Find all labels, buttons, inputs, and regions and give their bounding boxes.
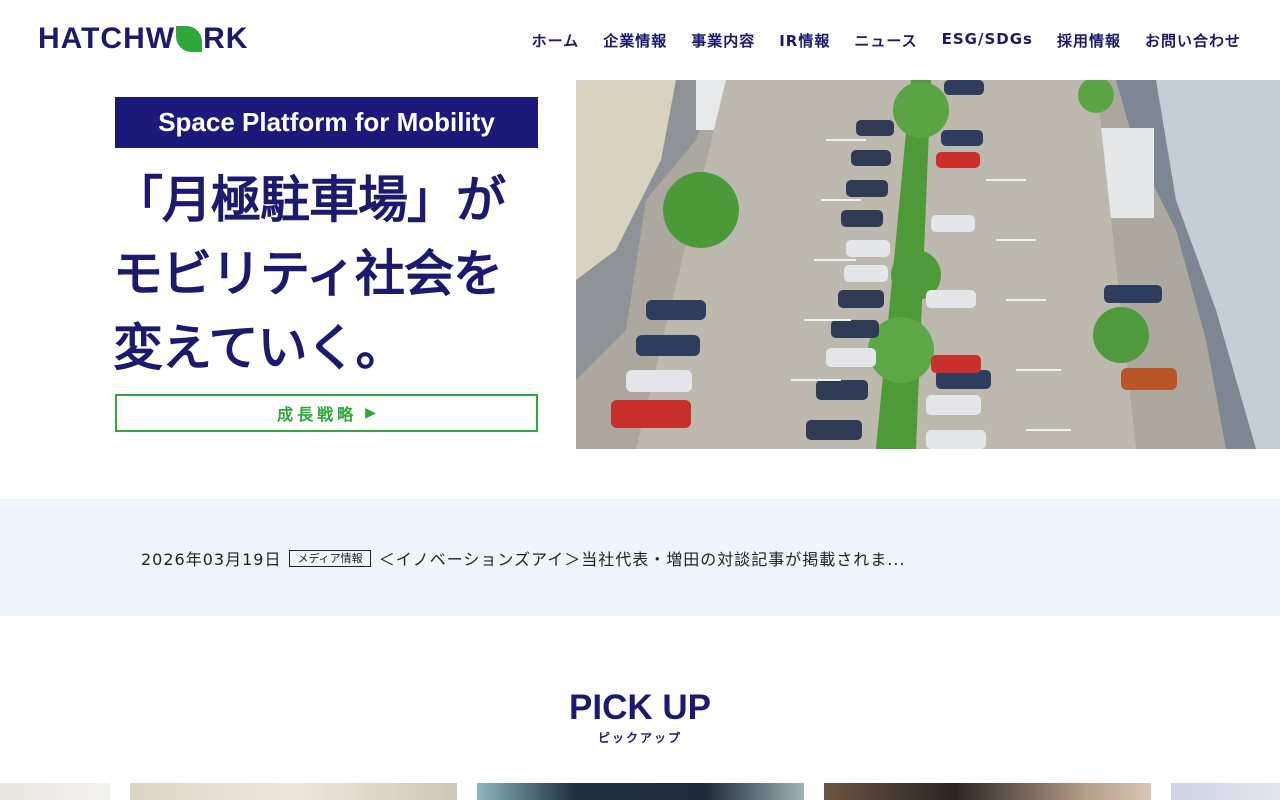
nav-business[interactable]: 事業内容	[691, 30, 755, 51]
nav-news[interactable]: ニュース	[854, 30, 917, 51]
parking-lot-illustration	[576, 80, 1280, 449]
news-item[interactable]: 2026年03月19日 メディア情報 ＜イノベーションズアイ＞当社代表・増田の対…	[141, 546, 906, 570]
pickup-subheading: ピックアップ	[597, 731, 682, 745]
pickup-card[interactable]	[477, 783, 804, 800]
play-arrow-icon: ▶	[365, 405, 376, 421]
hero-parking-lot-image	[576, 80, 1280, 449]
hero-headline: 「月極駐車場」が モビリティ社会を 変えていく。	[113, 163, 553, 385]
logo-text-left: HATCHW	[38, 22, 176, 55]
nav-ir[interactable]: IR情報	[779, 30, 830, 51]
nav-company[interactable]: 企業情報	[603, 30, 667, 51]
news-date: 2026年03月19日	[141, 550, 282, 569]
nav-home[interactable]: ホーム	[532, 30, 580, 51]
headline-line-1: 「月極駐車場」が	[113, 171, 506, 229]
nav-contact[interactable]: お問い合わせ	[1145, 30, 1241, 51]
nav-esg-sdgs[interactable]: ESG/SDGs	[942, 30, 1033, 51]
growth-strategy-button[interactable]: 成長戦略 ▶	[115, 394, 538, 432]
hatchwork-logo[interactable]: HATCHW RK	[38, 24, 248, 54]
global-nav: ホーム 企業情報 事業内容 IR情報 ニュース ESG/SDGs 採用情報 お問…	[532, 30, 1241, 51]
hero-tagline: Space Platform for Mobility	[115, 97, 538, 148]
pickup-card-partial-right[interactable]	[1171, 783, 1280, 800]
logo-text-right: RK	[203, 22, 249, 55]
site-header: HATCHW RK ホーム 企業情報 事業内容 IR情報 ニュース ESG/SD…	[0, 0, 1280, 80]
headline-line-2: モビリティ社会を	[113, 245, 503, 303]
news-category-badge: メディア情報	[289, 549, 371, 567]
growth-strategy-label: 成長戦略	[277, 405, 358, 424]
pickup-card[interactable]	[824, 783, 1151, 800]
pickup-card-partial-left[interactable]	[0, 783, 110, 800]
leaf-icon	[176, 26, 203, 52]
pickup-card[interactable]	[130, 783, 457, 800]
news-ticker-band: 2026年03月19日 メディア情報 ＜イノベーションズアイ＞当社代表・増田の対…	[0, 499, 1280, 616]
headline-line-3: 変えていく。	[113, 319, 406, 377]
pickup-heading: PICK UP	[569, 688, 711, 727]
news-title-link[interactable]: ＜イノベーションズアイ＞当社代表・増田の対談記事が掲載されま...	[379, 546, 906, 570]
nav-recruit[interactable]: 採用情報	[1057, 30, 1121, 51]
